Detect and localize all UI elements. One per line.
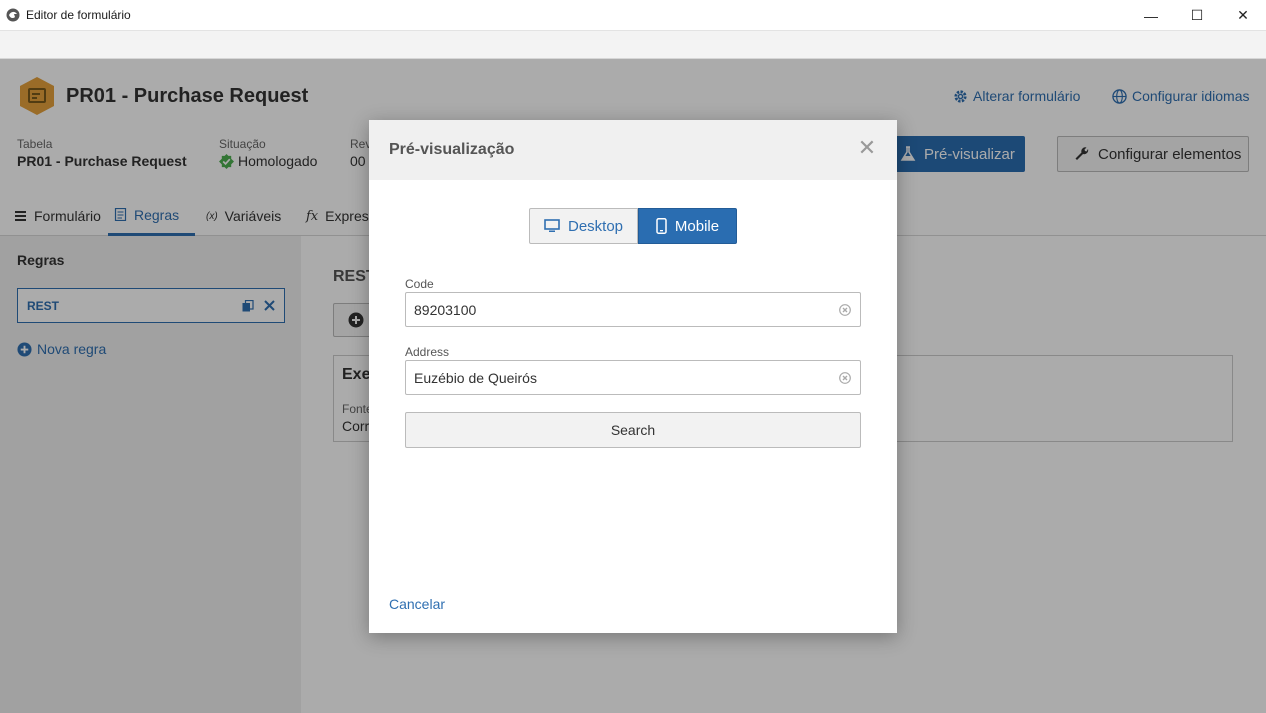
device-toggle: Desktop Mobile <box>529 208 737 244</box>
code-label: Code <box>405 277 434 291</box>
close-window-button[interactable]: ✕ <box>1220 0 1266 31</box>
cancel-link[interactable]: Cancelar <box>389 596 445 612</box>
mobile-toggle-label: Mobile <box>674 217 720 235</box>
window-title: Editor de formulário <box>26 8 131 22</box>
preview-dialog: Pré-visualização ✕ Desktop Mobile Code A… <box>369 120 897 633</box>
code-input[interactable] <box>414 293 834 326</box>
dialog-title: Pré-visualização <box>389 141 515 158</box>
app-icon <box>6 8 20 22</box>
clear-code-icon[interactable] <box>839 304 851 316</box>
desktop-toggle-label: Desktop <box>567 217 624 235</box>
monitor-icon <box>544 219 560 232</box>
mobile-toggle-button[interactable]: Mobile <box>638 208 737 244</box>
code-field-box <box>405 292 861 327</box>
address-field-box <box>405 360 861 395</box>
minimize-button[interactable]: — <box>1128 0 1174 31</box>
window-controls: — ☐ ✕ <box>1128 0 1266 31</box>
window-titlebar: Editor de formulário — ☐ ✕ <box>0 0 1266 31</box>
search-button[interactable]: Search <box>405 412 861 448</box>
address-label: Address <box>405 345 450 359</box>
clear-address-icon[interactable] <box>839 372 851 384</box>
address-input[interactable] <box>414 361 834 394</box>
toolstrip <box>0 31 1266 59</box>
dialog-close-button[interactable]: ✕ <box>857 137 877 159</box>
desktop-toggle-button[interactable]: Desktop <box>529 208 638 244</box>
dialog-header: Pré-visualização ✕ <box>369 120 897 180</box>
mobile-phone-icon <box>656 218 667 234</box>
maximize-button[interactable]: ☐ <box>1174 0 1220 31</box>
